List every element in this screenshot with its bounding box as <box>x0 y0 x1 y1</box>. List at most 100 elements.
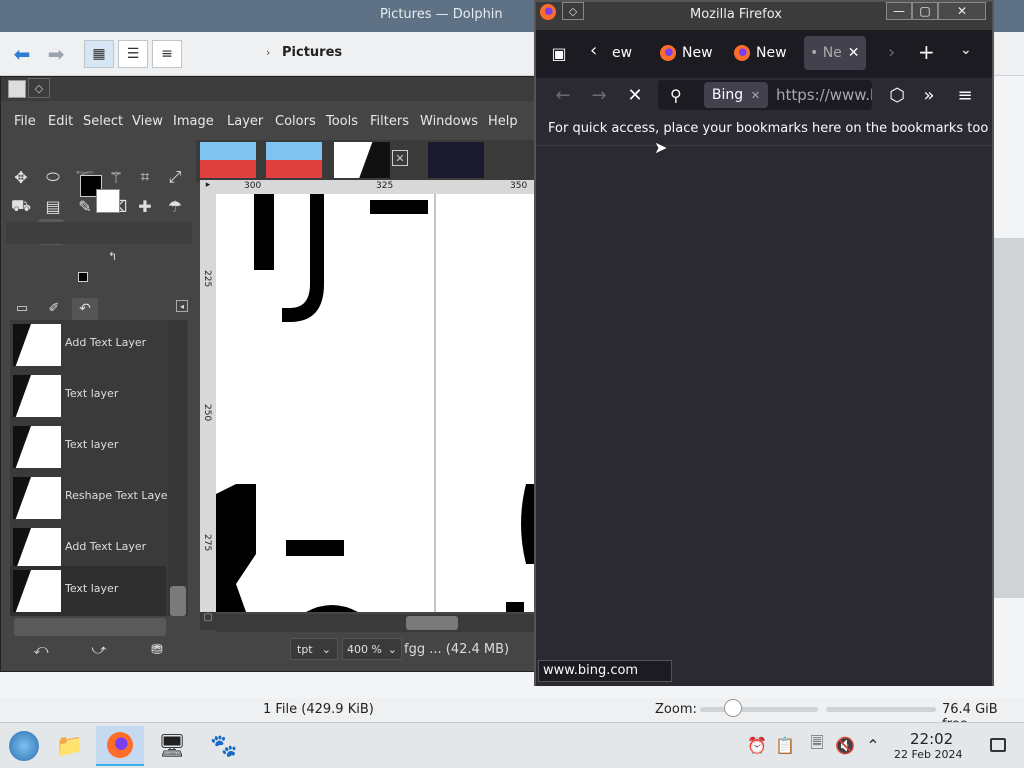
volume-muted-icon[interactable]: 🔇 <box>834 734 856 756</box>
default-colors-icon[interactable] <box>78 272 88 282</box>
page-content[interactable] <box>536 146 992 686</box>
fuzzy-select-icon[interactable]: ⚚ <box>103 164 129 190</box>
back-arrow-icon[interactable]: ⬅ <box>8 40 36 68</box>
dolphin-task-icon[interactable]: 📁 <box>46 726 94 766</box>
hamburger-menu-icon[interactable]: ≡ <box>952 82 978 108</box>
move-tool-icon[interactable]: ✥ <box>8 164 34 190</box>
details-view-button[interactable]: ≡ <box>152 40 182 68</box>
canvas-scrollbar-thumb[interactable] <box>406 616 458 630</box>
close-button[interactable]: ✕ <box>938 2 986 20</box>
menu-windows[interactable]: Windows <box>420 114 478 129</box>
window-menu-icon[interactable]: ◇ <box>28 78 50 98</box>
search-engine-chip[interactable]: Bing ✕ <box>704 82 768 108</box>
heal-tool-icon[interactable]: ✚ <box>132 193 158 219</box>
application-launcher-icon[interactable] <box>0 726 48 766</box>
swap-colors-icon[interactable]: ↰ <box>108 250 117 263</box>
quick-mask-toggle[interactable]: ▢ <box>200 612 216 630</box>
device-status-tab-icon[interactable]: ▭ <box>10 298 34 318</box>
tab-scroll-left-icon[interactable]: ‹ <box>590 40 597 61</box>
history-thumbnail <box>13 570 61 612</box>
forward-arrow-icon[interactable]: ➡ <box>42 40 70 68</box>
back-button[interactable]: ← <box>550 82 576 108</box>
menu-file[interactable]: File <box>14 114 36 129</box>
clipboard-icon[interactable]: 📋 <box>774 734 796 756</box>
background-color-swatch[interactable] <box>96 189 120 213</box>
browser-tab[interactable]: New <box>660 36 713 70</box>
history-scrollbar-thumb[interactable] <box>170 586 186 616</box>
menu-help[interactable]: Help <box>488 114 518 129</box>
image-canvas[interactable] <box>216 194 536 612</box>
undo-history-tab-icon[interactable]: ↶ <box>72 298 98 320</box>
zoom-slider[interactable] <box>700 707 818 712</box>
menu-tools[interactable]: Tools <box>326 114 358 129</box>
show-desktop-button[interactable] <box>990 738 1006 752</box>
remove-engine-icon[interactable]: ✕ <box>751 89 760 102</box>
history-item[interactable]: Text layer <box>10 371 166 422</box>
url-input[interactable]: https://www.b <box>776 86 872 104</box>
show-hidden-icons-icon[interactable]: ⌃ <box>862 734 884 756</box>
firefox-logo-icon <box>540 4 556 20</box>
menu-edit[interactable]: Edit <box>48 114 73 129</box>
list-all-tabs-icon[interactable]: ⌄ <box>960 42 972 58</box>
history-item[interactable]: Text layer <box>10 422 166 473</box>
forward-button[interactable]: → <box>586 82 612 108</box>
menu-filters[interactable]: Filters <box>370 114 409 129</box>
menu-view[interactable]: View <box>132 114 163 129</box>
stop-loading-button[interactable]: ✕ <box>622 82 648 108</box>
extensions-icon[interactable]: ⬡ <box>884 82 910 108</box>
icons-view-button[interactable]: ▦ <box>84 40 114 68</box>
browser-tab[interactable]: ew <box>612 36 632 70</box>
image-tab-thumbnail-active[interactable] <box>334 142 390 178</box>
tab-label: New <box>756 45 787 61</box>
unit-selector[interactable]: tpt ⌄ <box>290 638 338 660</box>
notifications-icon[interactable]: ⏰ <box>746 734 768 756</box>
history-item[interactable]: Reshape Text Layer <box>10 473 172 524</box>
bucket-fill-icon[interactable]: ⛟ <box>8 193 34 219</box>
ruler-corner[interactable]: ▸ <box>200 180 216 194</box>
history-item-selected[interactable]: Text layer <box>10 566 166 616</box>
browser-tab[interactable]: New <box>734 36 787 70</box>
maximize-button[interactable]: ▢ <box>912 2 938 20</box>
gimp-task-icon[interactable]: 🐾 <box>200 726 248 766</box>
compact-view-button[interactable]: ☰ <box>118 40 148 68</box>
breadcrumb-pictures[interactable]: Pictures <box>282 45 342 60</box>
redo-button[interactable]: ⤻ <box>84 640 114 660</box>
tool-options-tab-icon[interactable]: ✐ <box>42 298 66 318</box>
image-tab-thumbnail[interactable] <box>428 142 484 178</box>
history-entry-field[interactable] <box>14 618 166 636</box>
firefox-task-icon[interactable] <box>96 726 144 766</box>
menu-colors[interactable]: Colors <box>275 114 316 129</box>
clear-history-button[interactable]: ⛃ <box>142 640 172 660</box>
history-item-label: Add Text Layer <box>65 540 147 553</box>
zoom-selector[interactable]: 400 % ⌄ <box>342 638 402 660</box>
history-scrollbar[interactable] <box>168 320 186 616</box>
clock-date[interactable]: 22 Feb 2024 <box>894 748 962 761</box>
overflow-menu-icon[interactable]: » <box>916 82 942 108</box>
image-tab-thumbnail[interactable] <box>266 142 322 178</box>
new-tab-button[interactable]: + <box>918 40 935 64</box>
clock-time[interactable]: 22:02 <box>910 730 953 748</box>
browser-tab-active[interactable]: • Ne ✕ <box>804 36 866 70</box>
canvas-horizontal-scrollbar[interactable] <box>216 614 536 632</box>
close-tab-icon[interactable]: ✕ <box>848 45 860 61</box>
menu-layer[interactable]: Layer <box>227 114 263 129</box>
firefox-view-icon[interactable]: ▣ <box>546 40 572 66</box>
menu-image[interactable]: Image <box>173 114 214 129</box>
undo-button[interactable]: ⤺ <box>26 640 56 660</box>
gradient-tool-icon[interactable]: ▤ <box>40 193 66 219</box>
minimize-button[interactable]: — <box>886 2 912 20</box>
menu-select[interactable]: Select <box>83 114 123 129</box>
transform-tool-icon[interactable]: ⤢ <box>162 164 188 190</box>
tab-scroll-right-icon[interactable]: › <box>888 42 895 63</box>
window-menu-icon[interactable]: ◇ <box>562 2 584 20</box>
smudge-tool-icon[interactable]: ☂ <box>162 193 188 219</box>
close-image-tab-icon[interactable]: ✕ <box>392 150 408 166</box>
ellipse-select-icon[interactable]: ⬭ <box>40 164 66 190</box>
history-item[interactable]: Add Text Layer <box>10 320 166 371</box>
dock-menu-icon[interactable]: ◂ <box>176 300 188 312</box>
zoom-slider-handle[interactable] <box>724 699 742 717</box>
device-notifier-icon[interactable]: 🗏 <box>806 733 828 756</box>
image-tab-thumbnail[interactable] <box>200 142 256 178</box>
crop-tool-icon[interactable]: ⌗ <box>132 164 158 190</box>
system-settings-task-icon[interactable]: 🖥 <box>148 726 196 766</box>
